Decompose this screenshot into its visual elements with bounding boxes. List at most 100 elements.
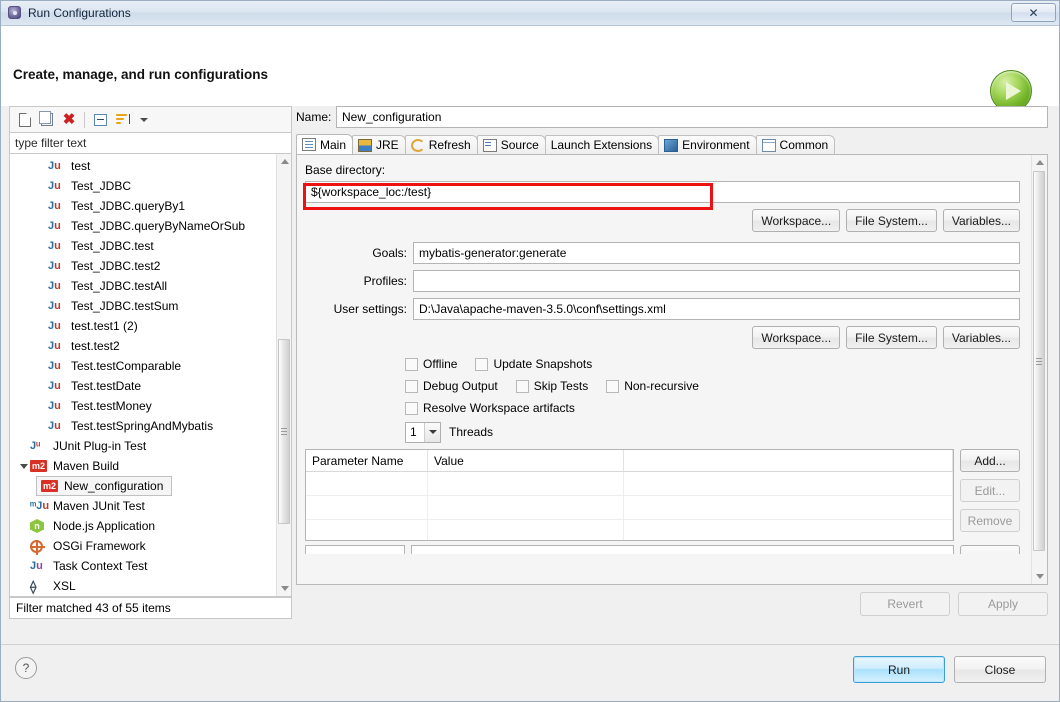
tree-item[interactable]: Jᵘ JUnit Plug-in Test <box>10 436 291 456</box>
main-tab-scrollbar[interactable] <box>1031 155 1047 584</box>
tree-item[interactable]: m2 Maven Build <box>10 456 291 476</box>
name-input[interactable]: New_configuration <box>336 106 1048 128</box>
tree-item[interactable]: Ju Test.testSpringAndMybatis <box>10 416 291 436</box>
tree-scrollbar-thumb[interactable] <box>278 339 290 524</box>
apply-button[interactable]: Apply <box>958 592 1048 616</box>
junit-icon: Ju <box>48 299 61 312</box>
checkbox-debug-output[interactable]: Debug Output <box>405 379 498 393</box>
tab-main[interactable]: Main <box>296 134 354 154</box>
junit-icon: Ju <box>48 239 61 252</box>
tree-item[interactable]: Ju Test.testMoney <box>10 396 291 416</box>
edit-parameter-button[interactable]: Edit... <box>960 479 1020 502</box>
checkbox-resolve-workspace-artifacts[interactable]: Resolve Workspace artifacts <box>405 401 575 415</box>
user-settings-workspace-button[interactable]: Workspace... <box>752 326 841 349</box>
tree-item[interactable]: Ju Test_JDBC.testAll <box>10 276 291 296</box>
tab-source[interactable]: Source <box>476 135 546 154</box>
configurations-tree[interactable]: Ju test Ju Test_JDBC Ju Test_JDBC.queryBy1 Ju T… <box>9 154 292 597</box>
close-window-button[interactable]: ✕ <box>1011 3 1056 22</box>
tree-item[interactable]: Ju test.test2 <box>10 336 291 356</box>
duplicate-configuration-icon[interactable] <box>36 109 58 131</box>
checkbox-box[interactable] <box>475 357 489 371</box>
tree-item[interactable]: Ju Task Context Test <box>10 556 291 576</box>
user-settings-variables-button[interactable]: Variables... <box>942 326 1020 349</box>
tab-jre[interactable]: JRE <box>352 135 406 154</box>
maven-icon: m2 <box>30 460 48 472</box>
checkbox-non-recursive[interactable]: Non-recursive <box>606 379 699 393</box>
tree-item[interactable]: Ju test.test1 (2) <box>10 316 291 336</box>
user-settings-filesystem-button[interactable]: File System... <box>846 326 937 349</box>
tree-item-label: Test.testDate <box>71 379 142 393</box>
tree-scroll-up-icon[interactable] <box>277 154 291 169</box>
checkbox-box[interactable] <box>515 379 529 393</box>
add-parameter-button[interactable]: Add... <box>960 449 1020 472</box>
panel-scrollbar-thumb[interactable] <box>1033 171 1045 551</box>
filter-icon[interactable] <box>111 109 133 131</box>
tree-scroll-down-icon[interactable] <box>277 581 291 596</box>
tree-item[interactable]: Ju Test.testDate <box>10 376 291 396</box>
run-button[interactable]: Run <box>853 656 945 683</box>
tree-item[interactable]: Ju Test_JDBC.queryByNameOrSub <box>10 216 291 236</box>
table-row[interactable] <box>306 520 953 540</box>
tree-item[interactable]: ⟠ XSL <box>10 576 291 596</box>
profiles-input[interactable] <box>413 270 1020 292</box>
tree-item-label: Test_JDBC.queryByNameOrSub <box>71 219 246 233</box>
delete-configuration-icon[interactable]: ✖ <box>58 109 80 131</box>
base-dir-variables-button[interactable]: Variables... <box>942 209 1020 232</box>
tree-item-selected[interactable]: m2 New_configuration <box>36 476 173 496</box>
checkbox-box[interactable] <box>606 379 620 393</box>
tab-launch-extensions[interactable]: Launch Extensions <box>544 135 660 154</box>
tree-item[interactable]: n Node.js Application <box>10 516 291 536</box>
base-dir-filesystem-button[interactable]: File System... <box>846 209 937 232</box>
table-row[interactable] <box>306 472 953 496</box>
parameters-table[interactable]: Parameter Name Value <box>305 449 954 541</box>
checkbox-update-snapshots[interactable]: Update Snapshots <box>475 357 592 371</box>
threads-combo[interactable]: 1 <box>405 421 441 443</box>
chevron-down-icon[interactable] <box>18 463 30 469</box>
tree-item[interactable]: ᵐJu Maven JUnit Test <box>10 496 291 516</box>
tree-item[interactable]: Ju test <box>10 156 291 176</box>
configuration-editor: Name: New_configuration Main JRE Refresh So… <box>296 106 1048 639</box>
maven-icon: m2 <box>41 480 59 492</box>
close-button[interactable]: Close <box>954 656 1046 683</box>
checkbox-label: Offline <box>423 357 458 371</box>
goals-input[interactable]: mybatis-generator:generate <box>413 242 1020 264</box>
panel-scroll-down-icon[interactable] <box>1032 569 1047 584</box>
base-dir-workspace-button[interactable]: Workspace... <box>752 209 841 232</box>
tab-refresh[interactable]: Refresh <box>404 135 478 154</box>
tree-scrollbar[interactable] <box>276 154 291 596</box>
dialog-content: ✖ type filter text Ju test Ju Test_JDBC Ju Te… <box>1 106 1059 701</box>
panel-scroll-up-icon[interactable] <box>1032 155 1047 170</box>
tree-item[interactable]: OSGi Framework <box>10 536 291 556</box>
parameters-column-header[interactable]: Parameter Name <box>306 450 428 471</box>
parameters-column-header[interactable] <box>624 450 953 471</box>
table-row[interactable] <box>306 496 953 520</box>
checkbox-box[interactable] <box>405 401 418 415</box>
maven-fields: Goals: mybatis-generator:generate Profiles… <box>305 242 1020 320</box>
tree-item[interactable]: Ju Test_JDBC.test2 <box>10 256 291 276</box>
remove-parameter-button[interactable]: Remove <box>960 509 1020 532</box>
tree-item[interactable]: Ju Test_JDBC.test <box>10 236 291 256</box>
help-icon[interactable]: ? <box>15 657 37 679</box>
tab-environment[interactable]: Environment <box>658 135 757 154</box>
tree-item[interactable]: Ju Test_JDBC <box>10 176 291 196</box>
tree-item[interactable]: Ju Test_JDBC.queryBy1 <box>10 196 291 216</box>
collapse-all-icon[interactable] <box>89 109 111 131</box>
table-cell <box>306 472 428 495</box>
tree-item[interactable]: Ju Test_JDBC.testSum <box>10 296 291 316</box>
parameters-column-header[interactable]: Value <box>428 450 624 471</box>
parameters-table-body <box>306 472 953 540</box>
chevron-down-icon[interactable] <box>424 422 440 442</box>
checkbox-offline[interactable]: Offline <box>405 357 457 371</box>
revert-button[interactable]: Revert <box>860 592 950 616</box>
new-configuration-icon[interactable] <box>14 109 36 131</box>
base-directory-input[interactable]: ${workspace_loc:/test} <box>305 181 1020 203</box>
checkbox-box[interactable] <box>405 357 418 371</box>
checkbox-box[interactable] <box>405 379 418 393</box>
tree-item[interactable]: Ju Test.testComparable <box>10 356 291 376</box>
table-cell <box>624 520 953 540</box>
user-settings-input[interactable]: D:\Java\apache-maven-3.5.0\conf\settings… <box>413 298 1020 320</box>
checkbox-skip-tests[interactable]: Skip Tests <box>515 379 588 393</box>
tab-common[interactable]: Common <box>755 135 836 154</box>
filter-input[interactable]: type filter text <box>9 132 292 154</box>
chevron-down-icon[interactable] <box>133 109 155 131</box>
